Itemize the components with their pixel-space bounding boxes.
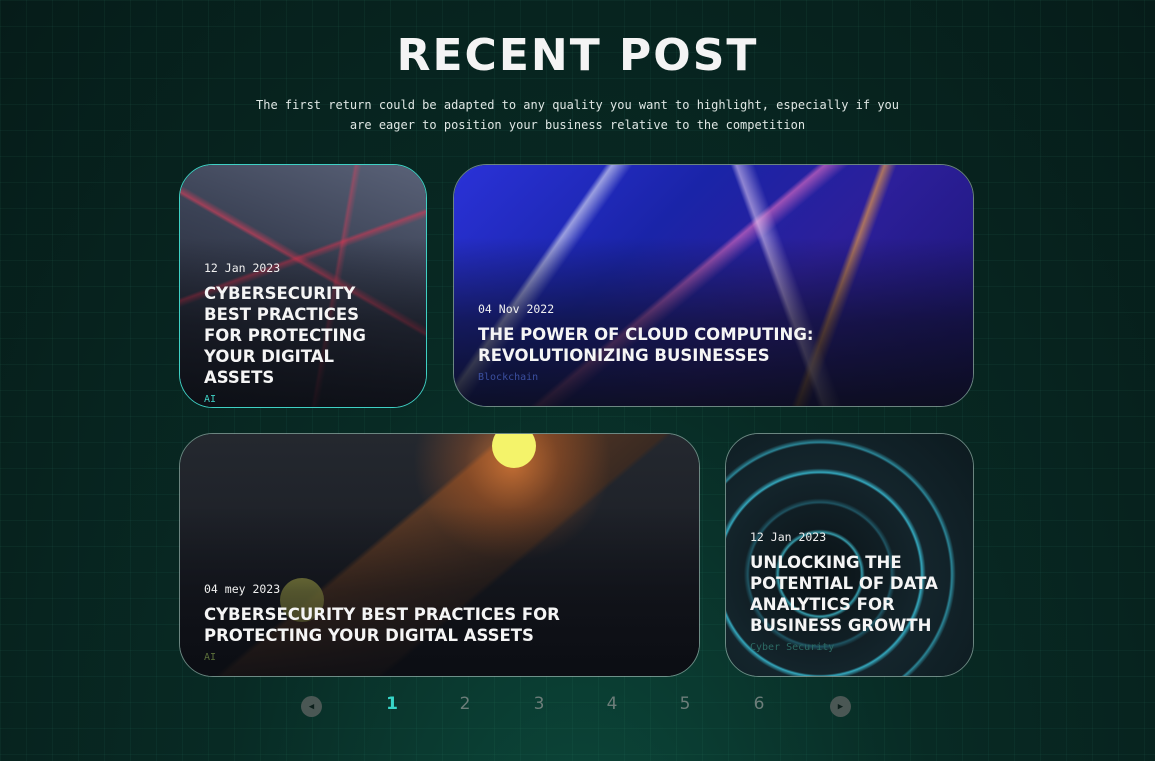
post-card[interactable]: 04 Nov 2022 THE POWER OF CLOUD COMPUTING… — [453, 164, 974, 407]
post-tag[interactable]: AI — [204, 652, 675, 663]
page-6[interactable]: 6 — [744, 694, 774, 714]
post-date: 12 Jan 2023 — [750, 530, 827, 544]
post-title[interactable]: UNLOCKING THE POTENTIAL OF DATA ANALYTIC… — [750, 552, 949, 636]
post-card[interactable]: 12 Jan 2023 UNLOCKING THE POTENTIAL OF D… — [725, 433, 974, 677]
post-date: 04 Nov 2022 — [478, 302, 555, 316]
page-5[interactable]: 5 — [670, 694, 700, 714]
post-date: 12 Jan 2023 — [204, 261, 281, 275]
post-card[interactable]: 04 mey 2023 CYBERSECURITY BEST PRACTICES… — [179, 433, 700, 677]
post-title[interactable]: CYBERSECURITY BEST PRACTICES FOR PROTECT… — [204, 604, 675, 646]
page-title: RECENT POST — [396, 30, 759, 81]
chevron-right-icon[interactable]: ▶ — [830, 696, 851, 717]
chevron-left-icon[interactable]: ◀ — [301, 696, 322, 717]
pagination: ◀ 1 2 3 4 5 6 ▶ — [0, 690, 1155, 724]
page-2[interactable]: 2 — [450, 694, 480, 714]
post-title[interactable]: CYBERSECURITY BEST PRACTICES FOR PROTECT… — [204, 283, 402, 388]
post-tag[interactable]: Cyber Security — [750, 642, 949, 653]
page-subtitle: The first return could be adapted to any… — [256, 98, 899, 132]
post-date: 04 mey 2023 — [204, 582, 281, 596]
page-3[interactable]: 3 — [524, 694, 554, 714]
post-card[interactable]: 12 Jan 2023 CYBERSECURITY BEST PRACTICES… — [179, 164, 427, 408]
page-4[interactable]: 4 — [597, 694, 627, 714]
post-tag[interactable]: AI — [204, 394, 402, 405]
page-1[interactable]: 1 — [377, 694, 407, 714]
post-title[interactable]: THE POWER OF CLOUD COMPUTING: REVOLUTION… — [478, 324, 949, 366]
post-tag[interactable]: Blockchain — [478, 372, 949, 383]
